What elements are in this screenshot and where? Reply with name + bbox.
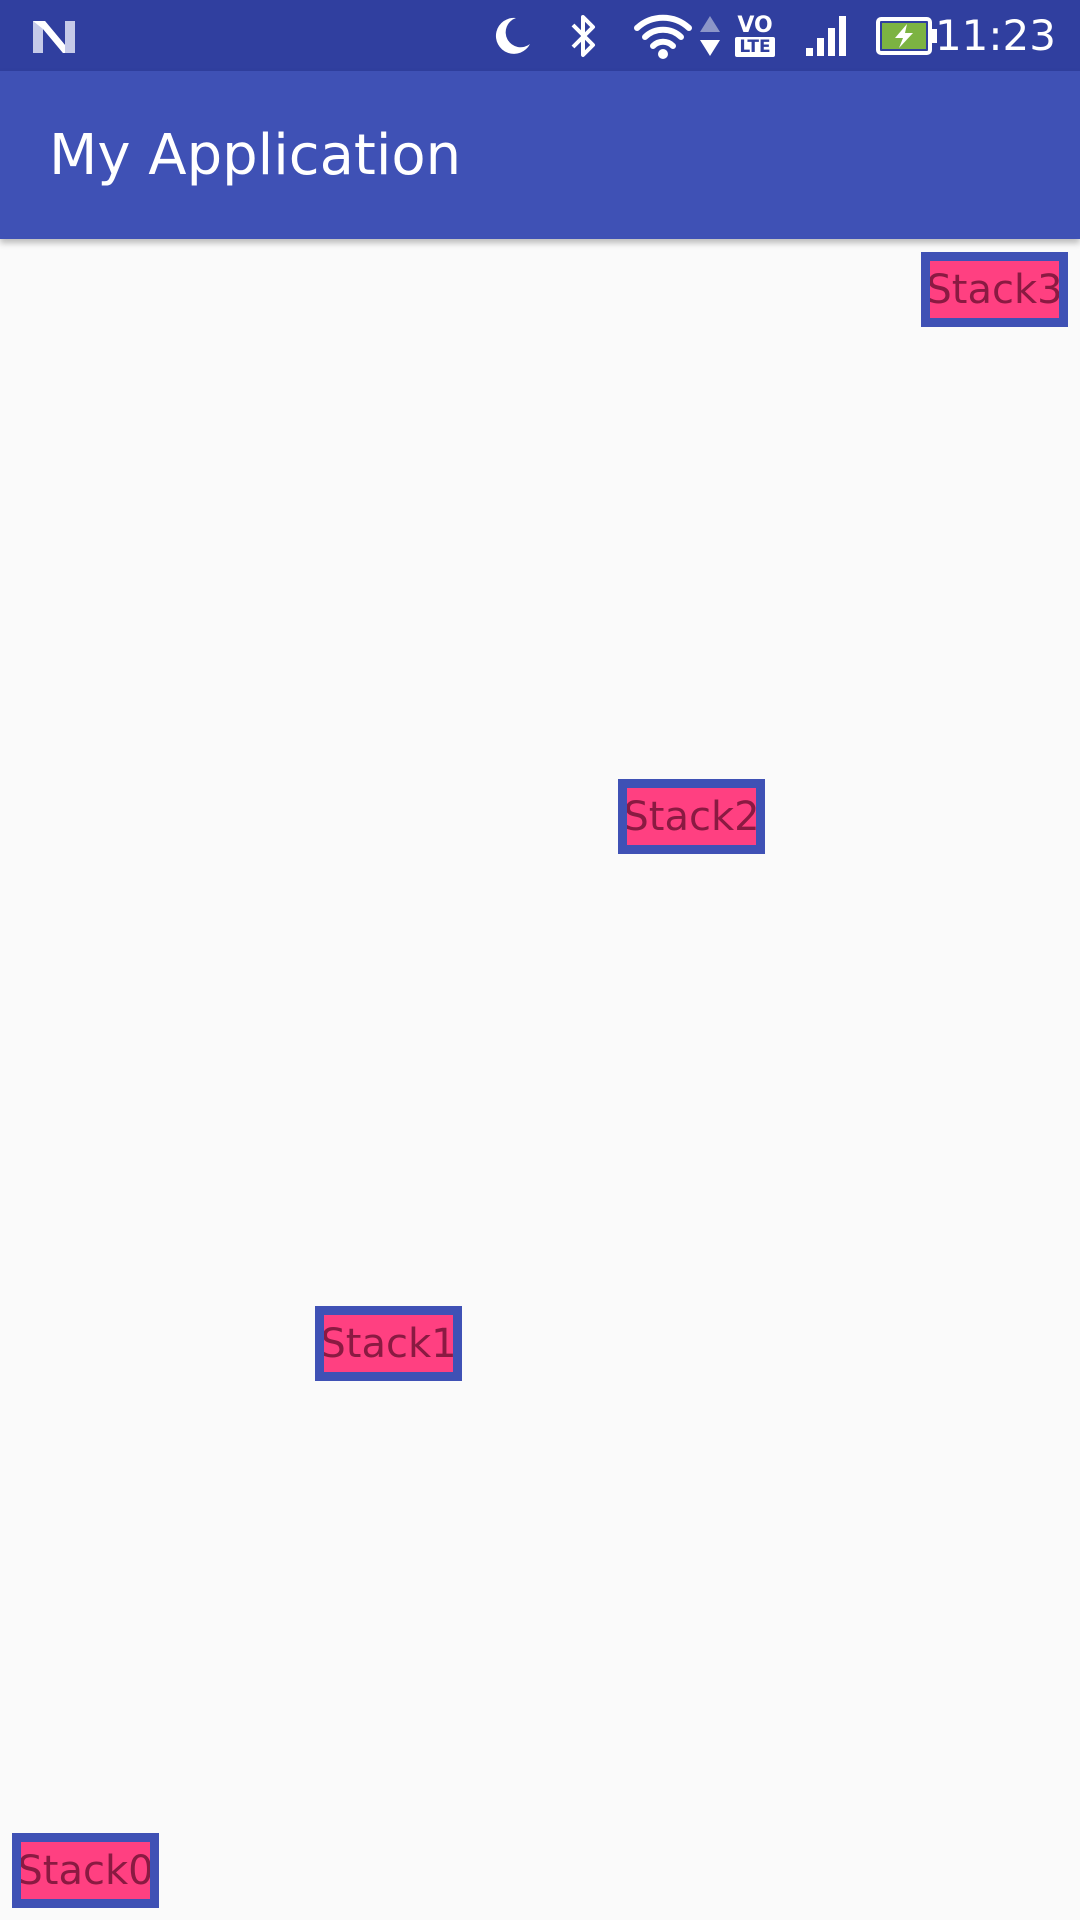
volte-top-label: VO [737, 12, 773, 38]
data-arrows-icon [696, 0, 724, 71]
app-title: My Application [49, 122, 462, 188]
stack-2-chip[interactable]: Stack2 [618, 779, 765, 854]
stack-0-chip[interactable]: Stack0 [12, 1833, 159, 1908]
volte-icon: VO LTE [728, 0, 782, 71]
wifi-icon [632, 0, 694, 71]
stack-1-chip[interactable]: Stack1 [315, 1306, 462, 1381]
battery-charging-icon [874, 0, 940, 71]
signal-icon [800, 0, 854, 71]
stack-3-chip[interactable]: Stack3 [921, 252, 1068, 327]
app-bar: My Application [0, 71, 1080, 239]
moon-icon [488, 0, 536, 71]
status-bar: VO LTE 11:23 [0, 0, 1080, 71]
volte-bottom-label: LTE [735, 36, 775, 57]
n-logo-icon [30, 0, 78, 71]
status-clock: 11:23 [934, 11, 1056, 60]
bluetooth-icon [560, 0, 608, 71]
